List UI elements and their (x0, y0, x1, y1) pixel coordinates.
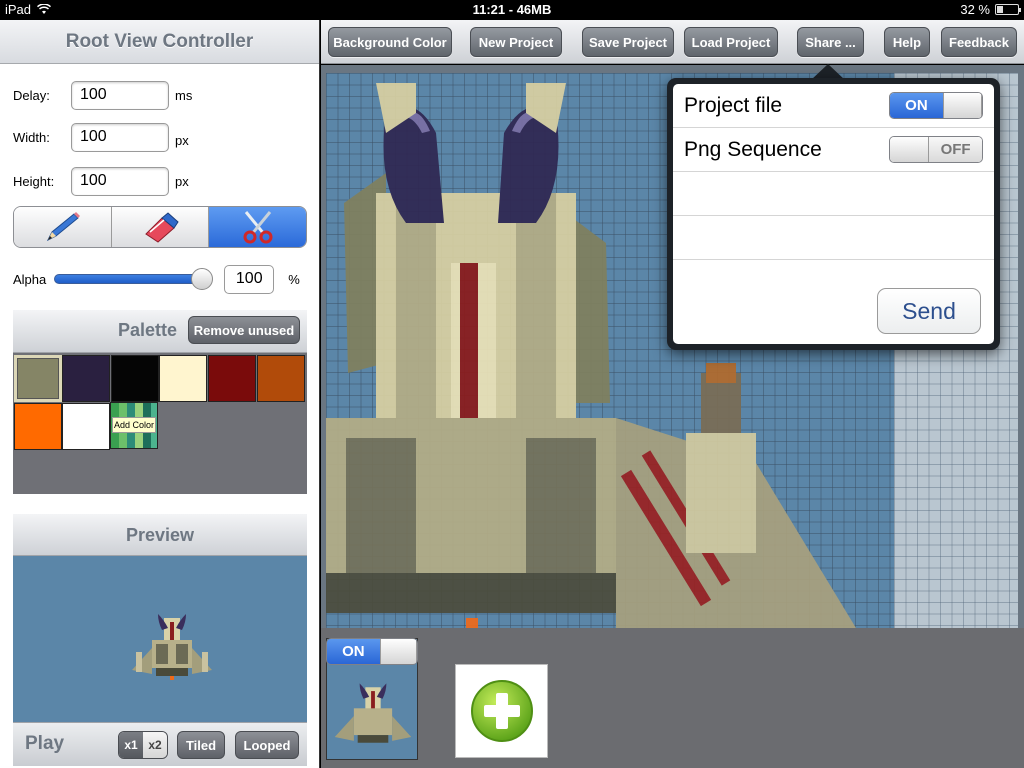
project-file-toggle[interactable]: ON (889, 92, 983, 119)
width-unit: px (175, 132, 189, 148)
frame-visibility-toggle[interactable]: ON (326, 638, 418, 665)
background-color-button[interactable]: Background Color (328, 27, 452, 57)
remove-unused-button[interactable]: Remove unused (188, 316, 300, 344)
share-popover: Project file ON Png Sequence OFF Send (667, 78, 1000, 350)
top-toolbar: Background Color New Project Save Projec… (321, 20, 1024, 64)
feedback-button[interactable]: Feedback (941, 27, 1017, 57)
preview-panel: Preview Play x1 x2 Tiled Looped (13, 514, 307, 766)
eraser-tool-button[interactable] (111, 207, 210, 247)
alpha-row: Alpha % (13, 264, 307, 294)
palette-panel: Palette Remove unused Add Color (13, 310, 307, 494)
png-sequence-toggle[interactable]: OFF (889, 136, 983, 163)
palette-swatch[interactable] (62, 355, 111, 402)
scissors-tool-button[interactable] (209, 207, 306, 247)
looped-button[interactable]: Looped (235, 731, 299, 759)
project-file-label: Project file (684, 94, 783, 117)
zoom-x1-button[interactable]: x1 (119, 732, 143, 758)
png-sequence-label: Png Sequence (684, 138, 822, 161)
frames-strip: ON (321, 628, 1024, 768)
preview-sprite (132, 614, 212, 680)
plus-circle-icon (470, 680, 533, 742)
load-project-button[interactable]: Load Project (684, 27, 778, 57)
play-button[interactable]: Play (25, 733, 64, 755)
delay-field[interactable] (71, 80, 169, 110)
add-frame-button[interactable] (455, 664, 548, 758)
palette-header: Palette Remove unused (13, 310, 307, 353)
png-sequence-state: OFF (929, 137, 982, 162)
preview-title: Preview (13, 514, 307, 556)
palette-swatch[interactable] (13, 355, 62, 402)
palette-swatch[interactable] (159, 355, 208, 402)
tool-selector (13, 206, 307, 248)
add-color-label: Add Color (112, 417, 156, 433)
height-unit: px (175, 173, 189, 189)
clock-memory: 11:21 - 46MB (472, 2, 552, 17)
frame-sprite (334, 683, 412, 743)
delay-row: Delay: ms (13, 80, 192, 110)
toggle-knob (942, 93, 982, 118)
delay-label: Delay: (13, 87, 50, 103)
height-row: Height: px (13, 166, 189, 196)
eraser-icon (145, 212, 179, 243)
zoom-selector: x1 x2 (118, 731, 168, 759)
project-file-row: Project file ON (673, 84, 994, 128)
toggle-on-label: ON (327, 639, 380, 664)
alpha-field[interactable] (224, 264, 275, 294)
alpha-unit: % (288, 271, 300, 287)
project-file-state: ON (890, 93, 943, 118)
toggle-knob (890, 137, 930, 162)
pencil-tool-button[interactable] (14, 207, 112, 247)
tiled-button[interactable]: Tiled (177, 731, 225, 759)
share-button[interactable]: Share ... (797, 27, 864, 57)
battery-icon (995, 4, 1021, 15)
panel-title: Root View Controller (0, 20, 319, 64)
save-project-button[interactable]: Save Project (582, 27, 674, 57)
empty-row (673, 216, 994, 260)
palette-title: Palette (117, 320, 177, 340)
help-button[interactable]: Help (884, 27, 930, 57)
png-sequence-row: Png Sequence OFF (673, 128, 994, 172)
height-label: Height: (13, 173, 55, 189)
palette-swatch[interactable] (62, 403, 111, 450)
delay-unit: ms (175, 87, 193, 103)
send-button[interactable]: Send (877, 288, 981, 334)
width-label: Width: (13, 129, 50, 145)
zoom-x2-button[interactable]: x2 (143, 732, 167, 758)
alpha-slider[interactable] (54, 268, 214, 290)
width-row: Width: px (13, 122, 189, 152)
palette-swatch[interactable] (207, 355, 256, 402)
empty-row (673, 172, 994, 216)
battery-percent: 32 % (960, 2, 990, 17)
add-color-button[interactable]: Add Color (110, 402, 158, 449)
slider-knob[interactable] (191, 268, 214, 290)
pencil-icon (47, 212, 81, 242)
alpha-label: Alpha (13, 271, 47, 287)
height-field[interactable] (71, 166, 169, 196)
status-bar: iPad 11:21 - 46MB 32 % (0, 0, 1024, 20)
new-project-button[interactable]: New Project (470, 27, 562, 57)
preview-footer: Play x1 x2 Tiled Looped (13, 722, 307, 766)
palette-swatch[interactable] (110, 355, 159, 402)
palette-swatch[interactable] (13, 403, 62, 450)
palette-swatch[interactable] (256, 355, 305, 402)
left-panel: Root View Controller Delay: ms Width: px… (0, 20, 320, 768)
share-options: Project file ON Png Sequence OFF Send (673, 84, 994, 344)
toggle-knob (379, 639, 417, 664)
scissors-icon (243, 211, 273, 244)
width-field[interactable] (71, 122, 169, 152)
